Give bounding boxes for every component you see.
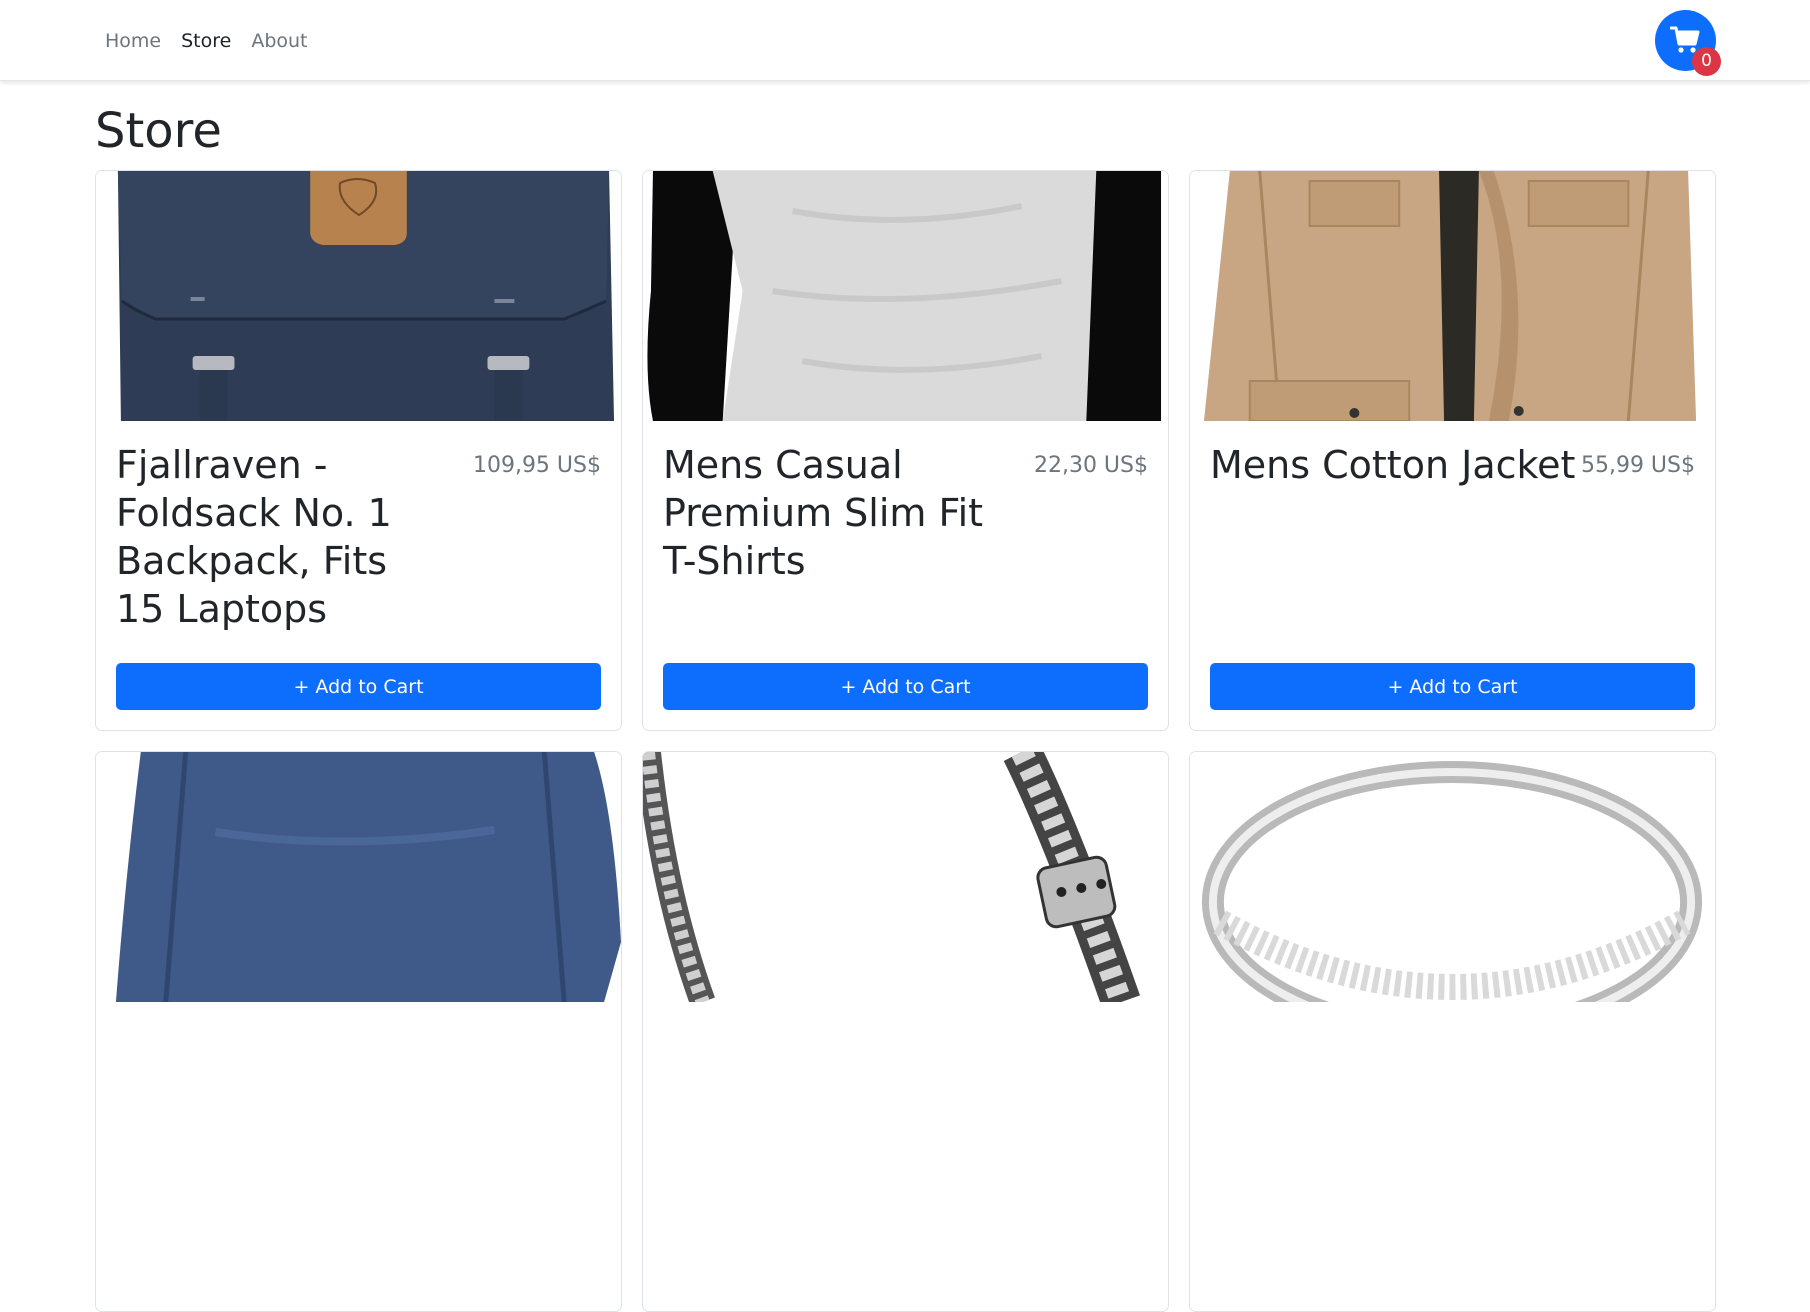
- add-to-cart-button[interactable]: + Add to Cart: [663, 663, 1148, 710]
- card-body: Mens Casual Premium Slim Fit T-Shirts 22…: [663, 441, 1148, 710]
- product-grid: Fjallraven - Foldsack No. 1 Backpack, Fi…: [95, 170, 1716, 1312]
- title-row: Fjallraven - Foldsack No. 1 Backpack, Fi…: [116, 441, 601, 633]
- tshirt-image: [643, 171, 1168, 421]
- nav-link-about[interactable]: About: [251, 28, 307, 54]
- nav-link-store[interactable]: Store: [181, 28, 231, 54]
- bracelet-image: [643, 752, 1168, 1002]
- card-body: Mens Cotton Jacket 55,99 US$ + Add to Ca…: [1210, 441, 1695, 710]
- product-card: [95, 751, 622, 1312]
- nav-link-home[interactable]: Home: [105, 28, 161, 54]
- cart-count-badge: 0: [1692, 47, 1721, 76]
- navbar: Home Store About 0: [0, 0, 1810, 81]
- title-row: Mens Casual Premium Slim Fit T-Shirts 22…: [663, 441, 1148, 585]
- product-price: 22,30 US$: [1033, 453, 1148, 478]
- card-body: Fjallraven - Foldsack No. 1 Backpack, Fi…: [116, 441, 601, 710]
- longsleeve-shirt-image: [96, 752, 621, 1002]
- ring-image: [1190, 752, 1715, 1002]
- add-to-cart-button[interactable]: + Add to Cart: [1210, 663, 1695, 710]
- product-card: Fjallraven - Foldsack No. 1 Backpack, Fi…: [95, 170, 622, 731]
- product-card: Mens Cotton Jacket 55,99 US$ + Add to Ca…: [1189, 170, 1716, 731]
- product-price: 55,99 US$: [1580, 453, 1695, 478]
- title-row: Mens Cotton Jacket 55,99 US$: [1210, 441, 1695, 489]
- nav-links: Home Store About: [105, 28, 328, 54]
- product-title: Fjallraven - Foldsack No. 1 Backpack, Fi…: [116, 443, 392, 631]
- page-title: Store: [95, 103, 222, 159]
- product-price: 109,95 US$: [472, 453, 601, 478]
- product-title: Mens Casual Premium Slim Fit T-Shirts: [663, 443, 984, 583]
- product-card: Mens Casual Premium Slim Fit T-Shirts 22…: [642, 170, 1169, 731]
- cart-icon: [1670, 26, 1700, 53]
- add-to-cart-button[interactable]: + Add to Cart: [116, 663, 601, 710]
- product-title: Mens Cotton Jacket: [1210, 443, 1576, 487]
- jacket-image: [1190, 171, 1715, 421]
- backpack-image: [96, 171, 621, 421]
- product-card: [1189, 751, 1716, 1312]
- product-card: [642, 751, 1169, 1312]
